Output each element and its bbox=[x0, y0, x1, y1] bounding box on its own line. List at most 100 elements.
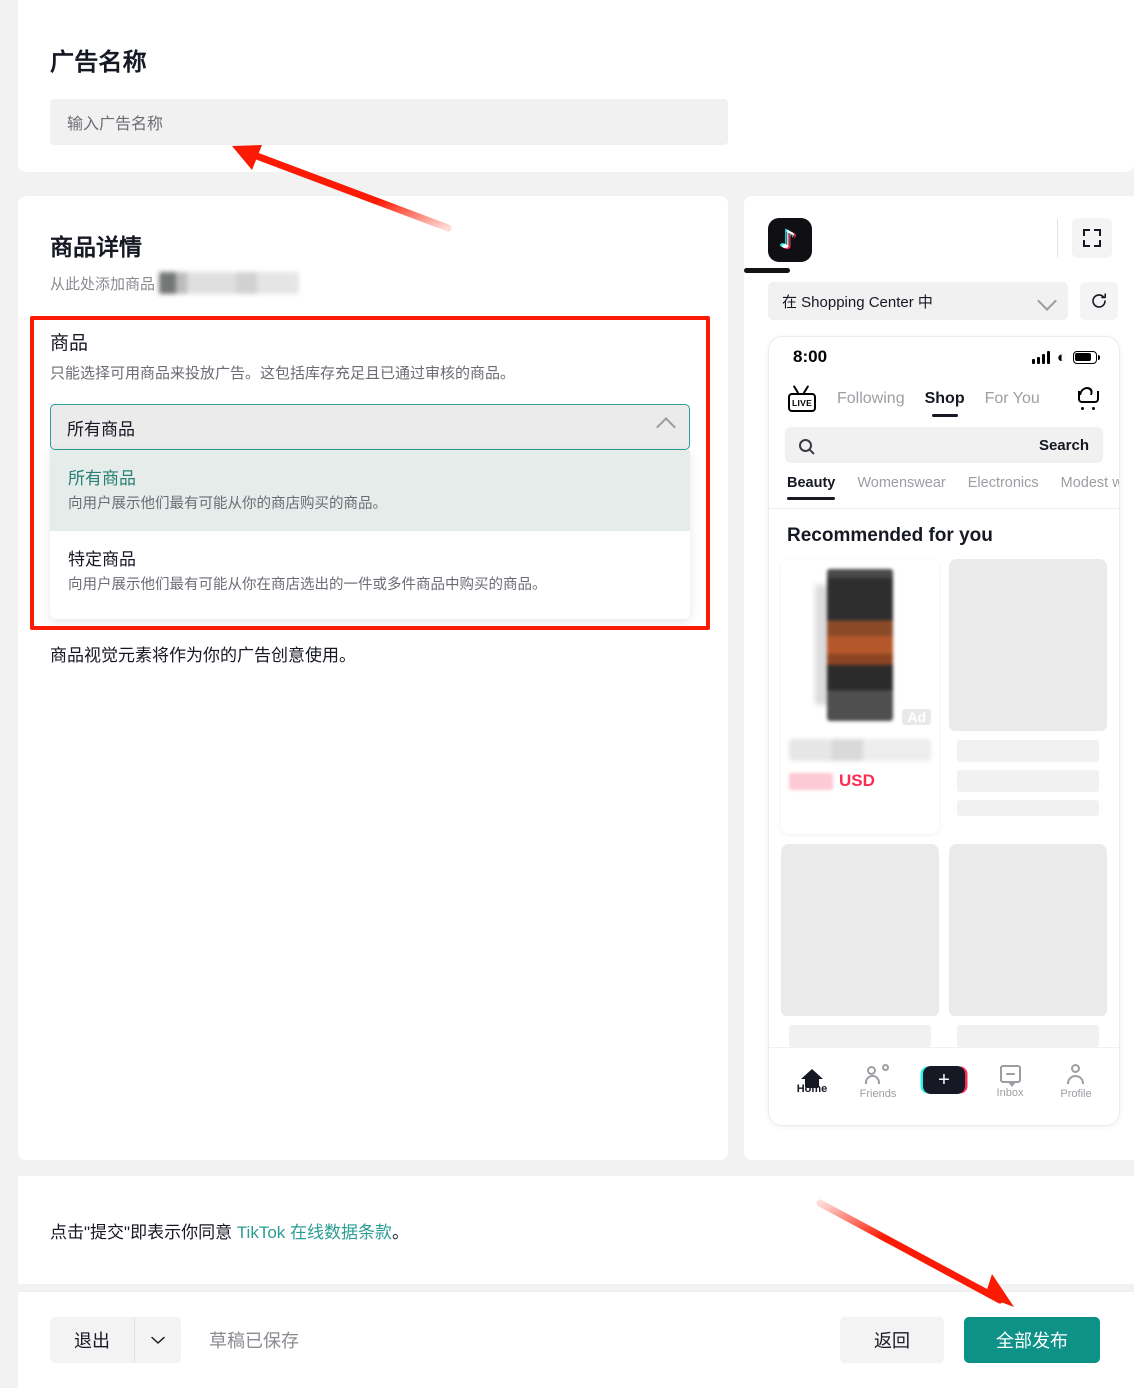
disclaimer-suffix: 。 bbox=[392, 1222, 410, 1242]
friends-icon bbox=[865, 1063, 890, 1084]
phone-tab-following[interactable]: Following bbox=[837, 390, 905, 408]
publish-all-button[interactable]: 全部发布 bbox=[964, 1317, 1100, 1363]
exit-dropdown-button[interactable] bbox=[135, 1317, 181, 1363]
phone-status-bar: 8:00 ◐ bbox=[769, 337, 1119, 377]
dropdown-option-specific-products[interactable]: 特定商品 向用户展示他们最有可能从你在商店选出的一件或多件商品中购买的商品。 bbox=[50, 531, 690, 612]
skeleton-line bbox=[957, 740, 1099, 762]
skeleton-line bbox=[789, 1025, 931, 1047]
skeleton-line bbox=[957, 800, 1099, 816]
nav-item-friends[interactable]: Friends bbox=[850, 1063, 906, 1100]
product-grid: Ad USD bbox=[769, 559, 1119, 1065]
chevron-down-icon bbox=[1037, 291, 1057, 311]
signal-icon bbox=[1031, 350, 1050, 364]
footer-action-bar: 退出 草稿已保存 返回 全部发布 bbox=[18, 1292, 1134, 1388]
product-card-ad[interactable]: Ad USD bbox=[781, 559, 939, 834]
ad-name-heading: 广告名称 bbox=[50, 49, 147, 76]
product-image-wrap: Ad bbox=[781, 559, 939, 731]
phone-preview-mock: 8:00 ◐ LIVE Following Shop For You Searc… bbox=[768, 336, 1120, 1126]
recommended-title: Recommended for you bbox=[787, 525, 993, 546]
inbox-icon bbox=[999, 1064, 1021, 1087]
search-button-label: Search bbox=[1038, 436, 1089, 454]
product-select-control[interactable]: 所有商品 bbox=[50, 404, 690, 450]
phone-top-tabs: LIVE Following Shop For You bbox=[769, 377, 1119, 421]
redacted-text-blur bbox=[159, 272, 300, 294]
product-price-row: USD bbox=[789, 771, 931, 791]
product-select-value: 所有商品 bbox=[67, 419, 135, 439]
ad-creation-page: 广告名称 输入广告名称 商品详情 从此处添加商品 商品 只能选择可用商品来投放广… bbox=[0, 0, 1134, 1388]
back-button[interactable]: 返回 bbox=[840, 1317, 944, 1363]
price-currency: USD bbox=[839, 771, 875, 790]
product-description: 只能选择可用商品来投放广告。这包括库存充足且已通过审核的商品。 bbox=[50, 365, 516, 382]
dropdown-option-desc: 向用户展示他们最有可能从你的商店购买的商品。 bbox=[68, 496, 387, 512]
preview-header: ♪ bbox=[768, 218, 1112, 262]
chevron-down-icon bbox=[151, 1336, 165, 1344]
nav-item-profile[interactable]: Profile bbox=[1048, 1063, 1104, 1100]
live-icon[interactable]: LIVE bbox=[787, 386, 817, 412]
home-icon bbox=[801, 1068, 823, 1088]
product-details-subtitle: 从此处添加商品 bbox=[50, 275, 156, 293]
product-selector-section: 商品 只能选择可用商品来投放广告。这包括库存充足且已通过审核的商品。 所有商品 … bbox=[50, 328, 690, 666]
profile-icon bbox=[1066, 1063, 1086, 1084]
category-modest-wear[interactable]: Modest wear bbox=[1061, 475, 1119, 491]
ad-name-placeholder: 输入广告名称 bbox=[67, 116, 164, 133]
footer-right-actions: 返回 全部发布 bbox=[840, 1317, 1100, 1363]
dropdown-option-desc: 向用户展示他们最有可能从你在商店选出的一件或多件商品中购买的商品。 bbox=[68, 576, 547, 593]
phone-search-bar[interactable]: Search bbox=[785, 427, 1103, 463]
tiktok-logo-icon: ♪ bbox=[768, 218, 812, 262]
category-beauty[interactable]: Beauty bbox=[787, 475, 836, 500]
tiktok-logo-underline bbox=[744, 268, 790, 273]
dropdown-option-all-products[interactable]: 所有商品 向用户展示他们最有可能从你的商店购买的商品。 bbox=[50, 450, 690, 531]
divider bbox=[1057, 219, 1058, 257]
nav-label: Profile bbox=[1060, 1087, 1092, 1100]
skeleton-image bbox=[949, 844, 1107, 1016]
category-womenswear[interactable]: Womenswear bbox=[857, 475, 945, 491]
product-title-redacted bbox=[789, 739, 931, 761]
status-icons: ◐ bbox=[1031, 350, 1100, 365]
nav-item-inbox[interactable]: Inbox bbox=[982, 1064, 1038, 1099]
product-card-skeleton bbox=[781, 844, 939, 1065]
terms-link[interactable]: TikTok 在线数据条款 bbox=[237, 1223, 392, 1242]
product-details-card: 商品详情 从此处添加商品 商品 只能选择可用商品来投放广告。这包括库存充足且已通… bbox=[18, 196, 728, 1160]
live-label: LIVE bbox=[788, 393, 816, 412]
exit-button-group: 退出 bbox=[50, 1317, 181, 1363]
skeleton-line bbox=[957, 1025, 1099, 1047]
ad-badge: Ad bbox=[902, 709, 931, 725]
product-details-subtitle-row: 从此处添加商品 bbox=[50, 272, 728, 294]
phone-tab-for-you[interactable]: For You bbox=[985, 390, 1040, 408]
product-card-body: USD bbox=[781, 731, 939, 803]
ad-name-input[interactable]: 输入广告名称 bbox=[50, 99, 728, 145]
category-electronics[interactable]: Electronics bbox=[968, 475, 1039, 491]
phone-tab-shop[interactable]: Shop bbox=[925, 390, 965, 408]
create-plus-icon: + bbox=[923, 1065, 965, 1094]
skeleton-image bbox=[949, 559, 1107, 731]
placement-select[interactable]: 在 Shopping Center 中 bbox=[768, 282, 1068, 320]
product-card-skeleton bbox=[949, 559, 1107, 834]
cart-icon[interactable] bbox=[1077, 387, 1101, 410]
nav-item-home[interactable]: Home bbox=[784, 1068, 840, 1095]
product-select-dropdown: 所有商品 向用户展示他们最有可能从你的商店购买的商品。 特定商品 向用户展示他们… bbox=[50, 450, 690, 620]
dropdown-option-label: 所有商品 bbox=[68, 469, 136, 488]
product-details-heading: 商品详情 bbox=[50, 234, 142, 260]
ad-name-card: 广告名称 输入广告名称 bbox=[18, 0, 1134, 172]
product-creative-note: 商品视觉元素将作为你的广告创意使用。 bbox=[50, 646, 356, 666]
ad-preview-panel: ♪ 在 Shopping Center 中 8:00 ◐ LIVE Follow… bbox=[744, 196, 1134, 1160]
battery-icon bbox=[1073, 350, 1100, 364]
phone-category-tabs: Beauty Womenswear Electronics Modest wea… bbox=[769, 475, 1119, 509]
skeleton-image bbox=[781, 844, 939, 1016]
placement-select-value: 在 Shopping Center 中 bbox=[782, 293, 933, 311]
exit-button[interactable]: 退出 bbox=[50, 1317, 134, 1363]
expand-icon bbox=[1083, 229, 1101, 247]
product-card-skeleton bbox=[949, 844, 1107, 1065]
disclaimer-strip: 点击"提交"即表示你同意 TikTok 在线数据条款。 bbox=[18, 1176, 1134, 1284]
expand-preview-button[interactable] bbox=[1072, 218, 1112, 258]
disclaimer-text: 点击"提交"即表示你同意 TikTok 在线数据条款。 bbox=[50, 1218, 409, 1243]
chevron-up-icon bbox=[656, 417, 676, 437]
nav-item-create[interactable]: + bbox=[916, 1065, 972, 1098]
nav-label: Friends bbox=[859, 1087, 897, 1100]
status-time: 8:00 bbox=[793, 347, 828, 366]
preview-header-actions bbox=[1057, 218, 1112, 258]
placement-select-row: 在 Shopping Center 中 bbox=[768, 282, 1118, 320]
search-icon bbox=[799, 438, 812, 452]
product-label: 商品 bbox=[50, 333, 89, 354]
refresh-preview-button[interactable] bbox=[1080, 282, 1118, 320]
